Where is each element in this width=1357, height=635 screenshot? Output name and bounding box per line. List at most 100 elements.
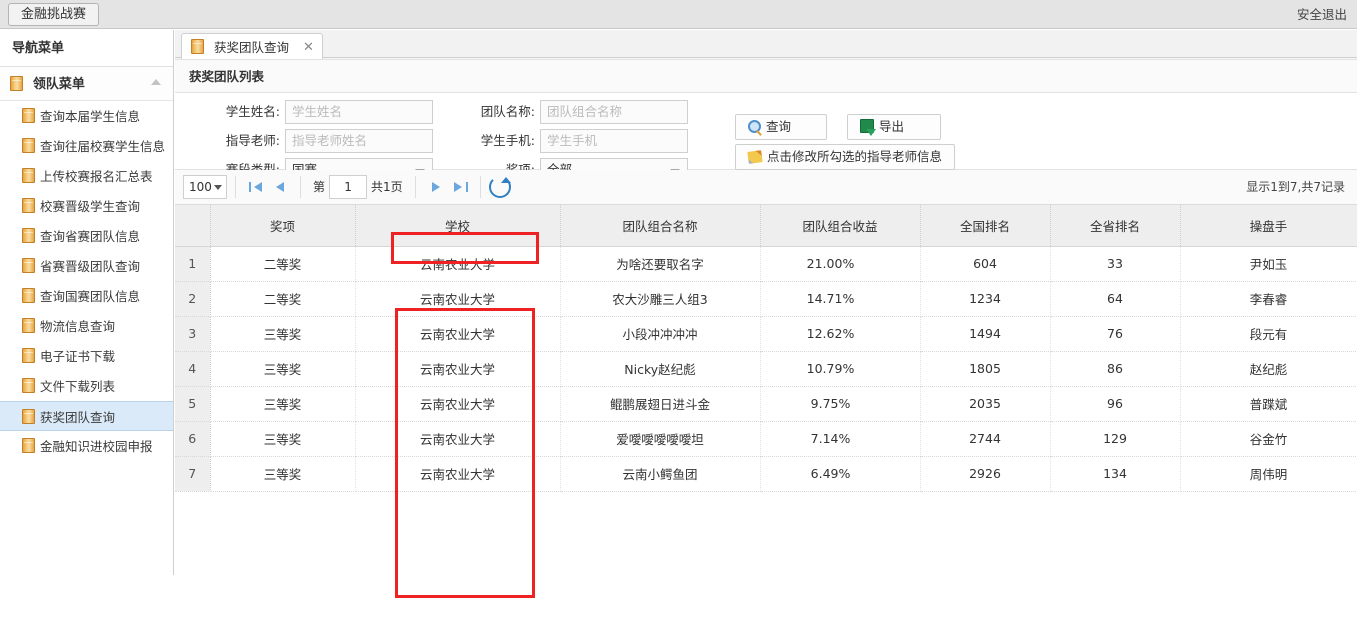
student-phone-field: 学生手机: 学生手机	[540, 129, 688, 153]
page-number-input[interactable]: 1	[329, 175, 367, 199]
cell-school: 云南农业大学	[355, 386, 560, 421]
sidebar-item-label: 电子证书下载	[40, 349, 115, 364]
query-button[interactable]: 查询	[735, 114, 827, 140]
logout-link[interactable]: 安全退出	[1297, 0, 1347, 29]
sidebar-item-5[interactable]: 省赛晋级团队查询	[0, 251, 173, 281]
table-row[interactable]: 7三等奖云南农业大学云南小鳄鱼团6.49%2926134周伟明	[175, 456, 1357, 491]
folder-icon	[22, 288, 35, 303]
folder-icon	[191, 39, 204, 54]
cell-school: 云南农业大学	[355, 456, 560, 491]
teacher-name-label: 指导老师:	[205, 129, 285, 153]
first-page-button[interactable]	[244, 175, 268, 199]
student-name-label: 学生姓名:	[205, 100, 285, 124]
sidebar-group-header[interactable]: 领队菜单	[0, 67, 173, 101]
sidebar-item-0[interactable]: 查询本届学生信息	[0, 101, 173, 131]
grid-body: 1二等奖云南农业大学为啥还要取名字21.00%60433尹如玉2二等奖云南农业大…	[175, 246, 1357, 491]
cell-trader: 普蹀斌	[1180, 386, 1357, 421]
table-row[interactable]: 3三等奖云南农业大学小段冲冲冲冲12.62%149476段元有	[175, 316, 1357, 351]
sidebar-item-3[interactable]: 校赛晋级学生查询	[0, 191, 173, 221]
divider	[480, 176, 481, 198]
table-row[interactable]: 1二等奖云南农业大学为啥还要取名字21.00%60433尹如玉	[175, 246, 1357, 281]
column-header-award[interactable]: 奖项	[210, 205, 355, 246]
sidebar-item-label: 查询省赛团队信息	[40, 229, 140, 244]
cell-award: 二等奖	[210, 246, 355, 281]
student-name-input[interactable]: 学生姓名	[285, 100, 433, 124]
row-number: 5	[175, 386, 210, 421]
cell-team: 为啥还要取名字	[560, 246, 760, 281]
close-icon[interactable]: ✕	[303, 40, 314, 55]
folder-icon	[22, 168, 35, 183]
sidebar-item-7[interactable]: 物流信息查询	[0, 311, 173, 341]
table-row[interactable]: 4三等奖云南农业大学Nicky赵纪彪10.79%180586赵纪彪	[175, 351, 1357, 386]
table-row[interactable]: 2二等奖云南农业大学农大沙雕三人组314.71%123464李春睿	[175, 281, 1357, 316]
cell-profit: 21.00%	[760, 246, 920, 281]
table-row[interactable]: 6三等奖云南农业大学爱噯噯噯噯噯坦7.14%2744129谷金竹	[175, 421, 1357, 456]
folder-icon	[22, 228, 35, 243]
cell-team: 小段冲冲冲冲	[560, 316, 760, 351]
sidebar-item-10[interactable]: 获奖团队查询	[0, 401, 173, 431]
sidebar-item-6[interactable]: 查询国赛团队信息	[0, 281, 173, 311]
column-header-team[interactable]: 团队组合名称	[560, 205, 760, 246]
sidebar-item-4[interactable]: 查询省赛团队信息	[0, 221, 173, 251]
prev-page-button[interactable]	[268, 175, 292, 199]
chevron-up-icon[interactable]	[151, 79, 161, 85]
export-excel-icon	[860, 119, 874, 133]
teacher-name-input[interactable]: 指导老师姓名	[285, 129, 433, 153]
cell-national-rank: 2744	[920, 421, 1050, 456]
sidebar-item-label: 文件下载列表	[40, 379, 115, 394]
chevron-down-icon[interactable]	[214, 185, 222, 190]
pager-status-text: 显示1到7,共7记录	[1246, 170, 1345, 205]
column-header-province[interactable]: 全省排名	[1050, 205, 1180, 246]
export-button[interactable]: 导出	[847, 114, 941, 140]
column-header-profit[interactable]: 团队组合收益	[760, 205, 920, 246]
search-icon	[748, 120, 761, 133]
divider	[415, 176, 416, 198]
sidebar-group-label: 领队菜单	[33, 77, 85, 92]
sidebar-item-label: 物流信息查询	[40, 319, 115, 334]
divider	[235, 176, 236, 198]
row-number: 3	[175, 316, 210, 351]
sidebar-item-1[interactable]: 查询往届校赛学生信息	[0, 131, 173, 161]
tab-label: 获奖团队查询	[214, 40, 289, 55]
tab-strip: 获奖团队查询 ✕	[175, 30, 1357, 58]
tab-award-team-query[interactable]: 获奖团队查询 ✕	[181, 33, 323, 59]
sidebar: 导航菜单 领队菜单 查询本届学生信息查询往届校赛学生信息上传校赛报名汇总表校赛晋…	[0, 30, 174, 575]
export-button-label: 导出	[879, 119, 904, 134]
cell-school: 云南农业大学	[355, 246, 560, 281]
page-prefix-label: 第	[309, 175, 329, 199]
cell-award: 三等奖	[210, 351, 355, 386]
student-phone-input[interactable]: 学生手机	[540, 129, 688, 153]
cell-profit: 9.75%	[760, 386, 920, 421]
sidebar-item-8[interactable]: 电子证书下载	[0, 341, 173, 371]
folder-icon	[22, 138, 35, 153]
sidebar-item-9[interactable]: 文件下载列表	[0, 371, 173, 401]
sidebar-item-label: 省赛晋级团队查询	[40, 259, 140, 274]
sidebar-item-label: 校赛晋级学生查询	[40, 199, 140, 214]
page-size-select[interactable]: 100	[183, 175, 227, 199]
column-header-trader[interactable]: 操盘手	[1180, 205, 1357, 246]
cell-national-rank: 1494	[920, 316, 1050, 351]
team-name-label: 团队名称:	[460, 100, 540, 124]
team-name-input[interactable]: 团队组合名称	[540, 100, 688, 124]
column-header-national[interactable]: 全国排名	[920, 205, 1050, 246]
table-row[interactable]: 5三等奖云南农业大学鲲鹏展翅日进斗金9.75%203596普蹀斌	[175, 386, 1357, 421]
search-form: 学生姓名: 学生姓名 指导老师: 指导老师姓名 赛段类型: 国赛 团队名称: 团…	[175, 93, 1357, 170]
refresh-button[interactable]	[489, 175, 513, 199]
next-page-button[interactable]	[424, 175, 448, 199]
cell-national-rank: 604	[920, 246, 1050, 281]
sidebar-item-11[interactable]: 金融知识进校园申报	[0, 431, 173, 461]
cell-team: 云南小鳄鱼团	[560, 456, 760, 491]
edit-teacher-button[interactable]: 点击修改所勾选的指导老师信息	[735, 144, 955, 170]
sidebar-item-2[interactable]: 上传校赛报名汇总表	[0, 161, 173, 191]
cell-trader: 李春睿	[1180, 281, 1357, 316]
main-area: 获奖团队查询 ✕ 获奖团队列表 学生姓名: 学生姓名 指导老师: 指导老师姓名 …	[175, 30, 1357, 575]
brand-button[interactable]: 金融挑战赛	[8, 3, 99, 26]
column-header-school[interactable]: 学校	[355, 205, 560, 246]
row-number: 2	[175, 281, 210, 316]
cell-award: 三等奖	[210, 316, 355, 351]
last-page-button[interactable]	[448, 175, 472, 199]
folder-icon	[22, 108, 35, 123]
cell-national-rank: 1805	[920, 351, 1050, 386]
cell-province-rank: 134	[1050, 456, 1180, 491]
cell-award: 二等奖	[210, 281, 355, 316]
